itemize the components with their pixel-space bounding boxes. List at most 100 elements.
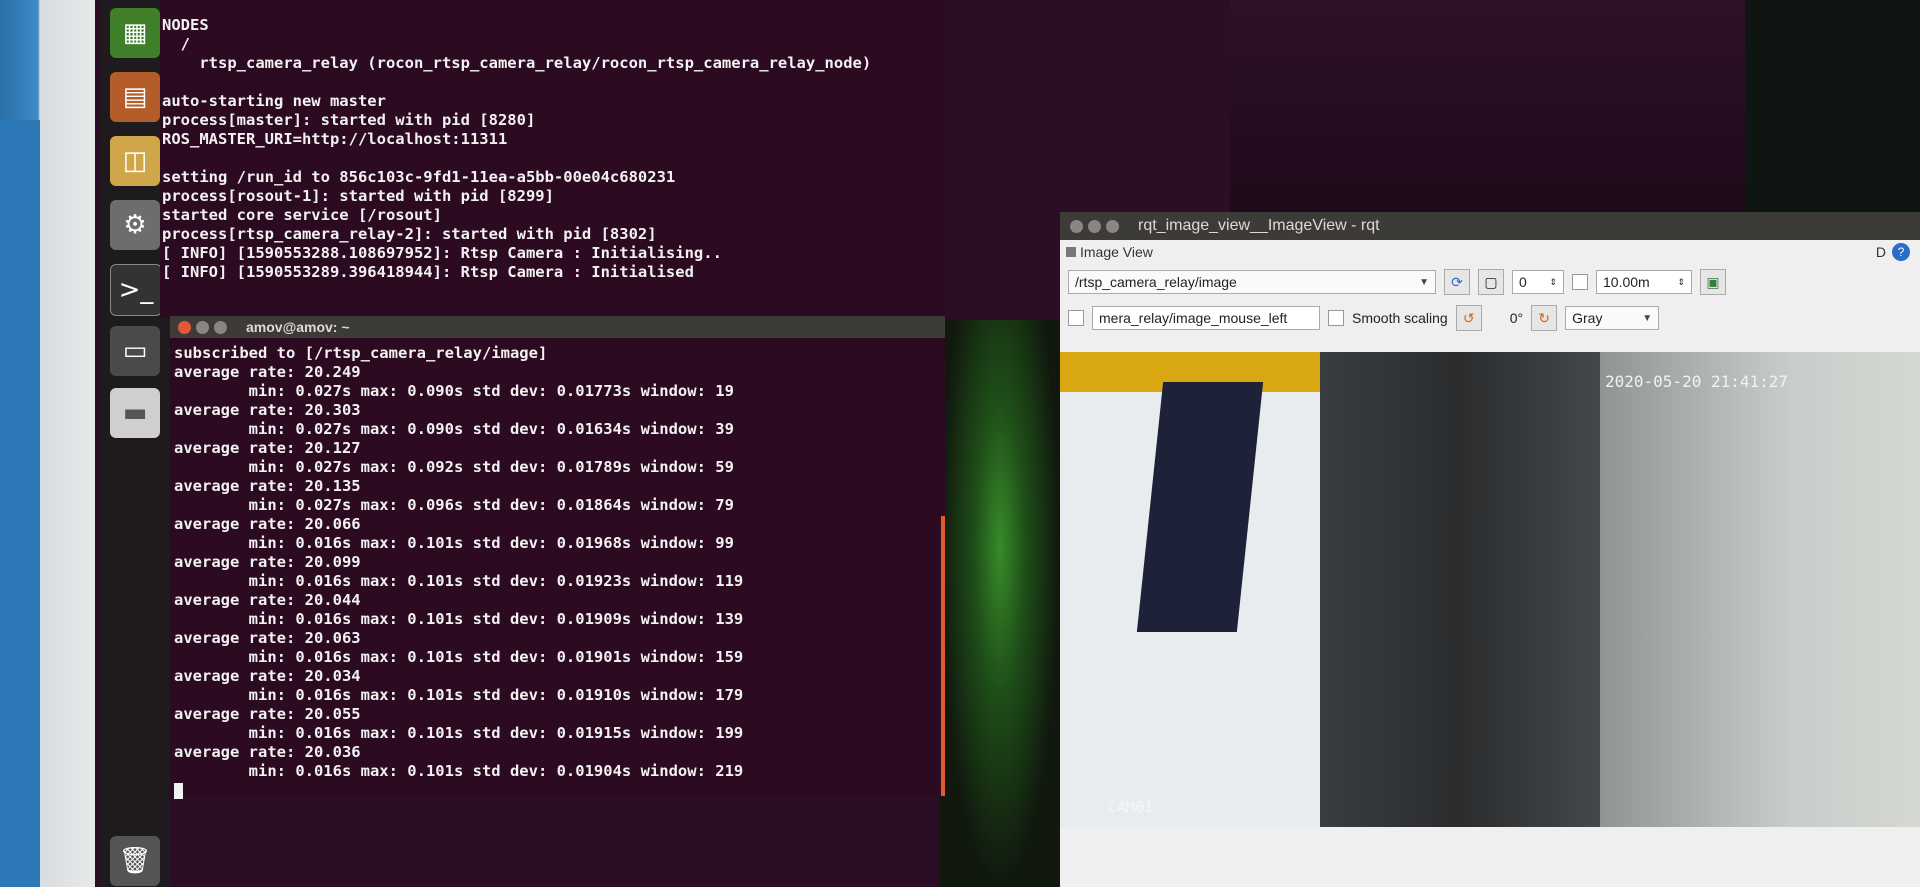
chevron-down-icon: ▼ [1642,312,1653,324]
panel-header: Image View D ? [1060,240,1920,264]
wallpaper-glow [940,320,1060,887]
image-region-dark [1320,352,1600,827]
terminal-line: / [162,35,190,53]
terminal-line: setting /run_id to 856c103c-9fd1-11ea-a5… [162,168,676,186]
maximize-button[interactable] [1106,219,1119,233]
terminal-line: average rate: 20.099 [174,553,361,571]
minimize-button[interactable] [196,320,209,334]
terminal-output: NODES / rtsp_camera_relay (rocon_rtsp_ca… [160,0,945,282]
rotation-value: 0° [1509,310,1524,326]
terminal-line: subscribed to [/rtsp_camera_relay/image] [174,344,548,362]
terminal-line: average rate: 20.036 [174,743,361,761]
panel-title: Image View [1080,244,1153,260]
panel-grip-icon [1066,247,1076,257]
monitor-icon[interactable]: ▭ [110,326,160,376]
chevron-down-icon: ▼ [1419,276,1429,288]
refresh-icon[interactable]: ⟳ [1444,269,1470,295]
grid-icon[interactable]: ▢ [1478,269,1504,295]
terminal-titlebar: amov@amov: ~ [170,316,945,338]
spin-box-value: 0 [1519,274,1527,290]
camera-timestamp: 2020-05-20 21:41:27 [1605,372,1789,391]
trash-icon[interactable]: 🗑 [110,836,160,886]
camera-label: CAM01 [1108,798,1154,816]
topic-select[interactable]: /rtsp_camera_relay/image ▼ [1068,270,1436,294]
terminal-roslaunch[interactable]: NODES / rtsp_camera_relay (rocon_rtsp_ca… [160,0,945,318]
terminal-icon[interactable]: >_ [110,264,162,316]
terminal-line: min: 0.016s max: 0.101s std dev: 0.01904… [174,762,744,780]
terminal-line: min: 0.016s max: 0.101s std dev: 0.01968… [174,534,734,552]
mouse-publish-checkbox[interactable] [1068,310,1084,326]
zoom-spin-box[interactable]: 10.00m ⇕ [1596,270,1692,294]
rqt-titlebar: rqt_image_view__ImageView - rqt [1060,212,1920,240]
window-title: rqt_image_view__ImageView - rqt [1138,217,1380,234]
panel-d-button[interactable]: D [1876,244,1886,260]
help-icon[interactable]: ? [1892,243,1910,261]
terminal-line: average rate: 20.135 [174,477,361,495]
spinner-arrows-icon[interactable]: ⇕ [1677,277,1685,288]
terminal-line: rtsp_camera_relay (rocon_rtsp_camera_rel… [162,54,872,72]
text-cursor [174,782,183,799]
camera-image[interactable]: 2020-05-20 21:41:27 CAM01 [1060,352,1920,827]
spin-box[interactable]: 0 ⇕ [1512,270,1564,294]
terminal-line: min: 0.027s max: 0.092s std dev: 0.01789… [174,458,734,476]
system-settings-icon[interactable]: ⚙ [110,200,160,250]
terminal-line: min: 0.016s max: 0.101s std dev: 0.01915… [174,724,744,742]
terminal-output: subscribed to [/rtsp_camera_relay/image]… [170,338,945,800]
save-image-icon[interactable]: ▣ [1700,269,1726,295]
terminal-line: auto-starting new master [162,92,386,110]
scrollbar[interactable] [941,516,945,796]
monitor-bezel [0,0,95,887]
minimize-button[interactable] [1088,219,1101,233]
terminal-line: min: 0.016s max: 0.101s std dev: 0.01909… [174,610,744,628]
terminal-line: average rate: 20.066 [174,515,361,533]
terminal-line: average rate: 20.034 [174,667,361,685]
terminal-line: average rate: 20.249 [174,363,361,381]
smooth-scaling-label: Smooth scaling [1352,310,1448,326]
zoom-checkbox[interactable] [1572,274,1588,290]
terminal-line: average rate: 20.127 [174,439,361,457]
terminal-line: NODES [162,16,209,34]
terminal-line: average rate: 20.303 [174,401,361,419]
toolbar-row-1: /rtsp_camera_relay/image ▼ ⟳ ▢ 0 ⇕ 10.00m… [1060,264,1920,300]
terminal-line: min: 0.027s max: 0.096s std dev: 0.01864… [174,496,734,514]
terminal-line: min: 0.027s max: 0.090s std dev: 0.01634… [174,420,734,438]
terminal-line: min: 0.016s max: 0.101s std dev: 0.01910… [174,686,744,704]
terminal-line: process[rtsp_camera_relay-2]: started wi… [162,225,657,243]
terminal-line: ROS_MASTER_URI=http://localhost:11311 [162,130,508,148]
image-region-right [1600,352,1920,827]
terminal-line: min: 0.016s max: 0.101s std dev: 0.01901… [174,648,744,666]
terminal-line: min: 0.027s max: 0.090s std dev: 0.01773… [174,382,734,400]
topic-select-value: /rtsp_camera_relay/image [1075,274,1237,290]
close-button[interactable] [178,320,191,334]
toolbar-row-2: mera_relay/image_mouse_left Smooth scali… [1060,300,1920,336]
terminal-cursor-line [174,781,945,800]
zoom-spin-box-value: 10.00m [1603,274,1650,290]
terminal-title: amov@amov: ~ [246,319,350,335]
rqt-window[interactable]: rqt_image_view__ImageView - rqt Image Vi… [1060,212,1920,887]
presentation-icon[interactable]: ▤ [110,72,160,122]
colormap-select[interactable]: Gray ▼ [1565,306,1660,330]
terminal-line: min: 0.016s max: 0.101s std dev: 0.01923… [174,572,744,590]
terminal-rostopic-hz[interactable]: amov@amov: ~ subscribed to [/rtsp_camera… [170,316,945,799]
software-center-icon[interactable]: ◫ [110,136,160,186]
rotate-left-icon[interactable]: ↺ [1455,305,1482,331]
terminal-line: [ INFO] [1590553288.108697952]: Rtsp Cam… [162,244,722,262]
close-button[interactable] [1070,219,1083,233]
rotate-right-icon[interactable]: ↻ [1531,305,1558,331]
smooth-scaling-checkbox[interactable] [1328,310,1344,326]
mouse-topic-input[interactable]: mera_relay/image_mouse_left [1092,306,1320,330]
terminal-line: process[rosout-1]: started with pid [829… [162,187,554,205]
terminal-line: average rate: 20.063 [174,629,361,647]
colormap-select-value: Gray [1572,310,1603,326]
terminal-line: average rate: 20.055 [174,705,361,723]
mouse-topic-value: mera_relay/image_mouse_left [1099,310,1288,326]
drive-icon[interactable]: ▬ [110,388,160,438]
maximize-button[interactable] [214,320,227,334]
desktop-wallpaper-right [1745,0,1920,215]
terminal-line: average rate: 20.044 [174,591,361,609]
spreadsheet-icon[interactable]: ▦ [110,8,160,58]
background-wall [0,120,40,887]
spinner-arrows-icon[interactable]: ⇕ [1549,277,1557,288]
